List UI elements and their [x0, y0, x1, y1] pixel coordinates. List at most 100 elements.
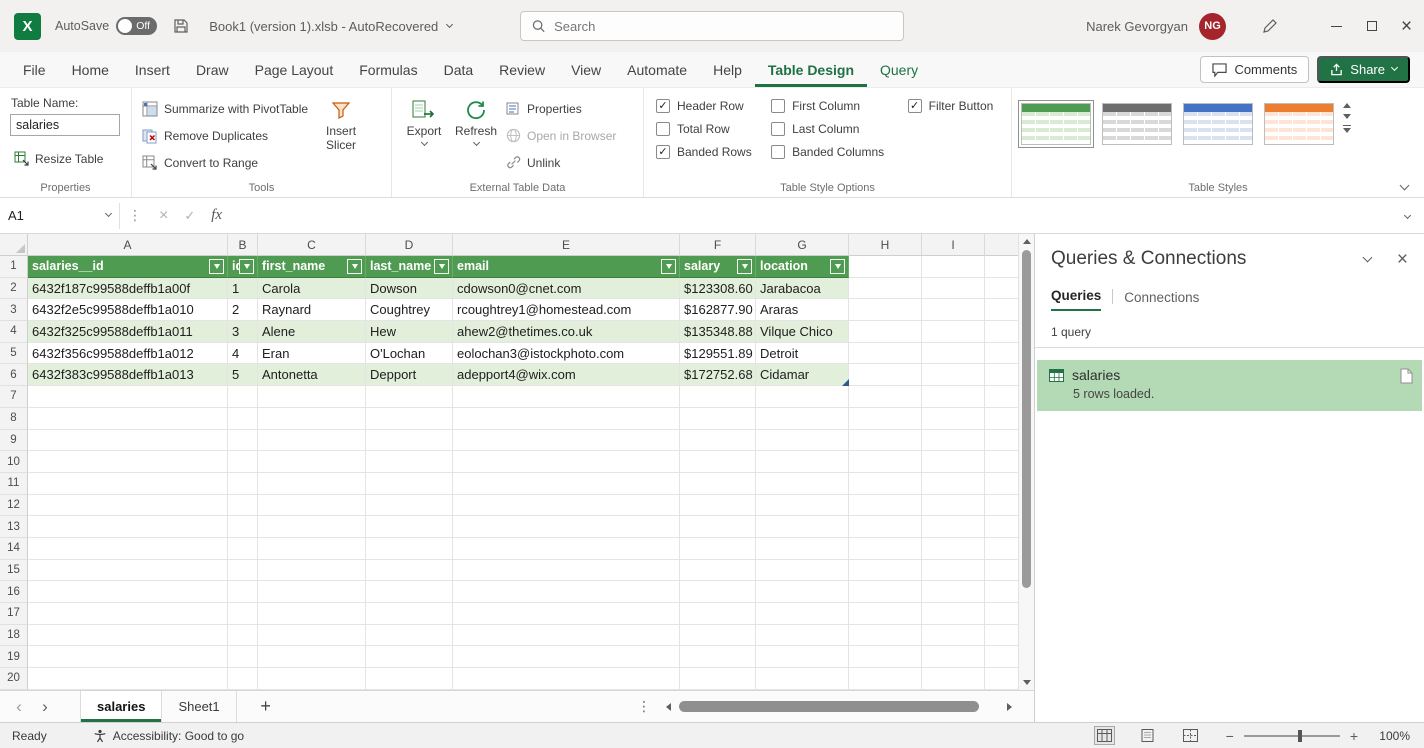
horizontal-scroll-track[interactable] [679, 701, 999, 713]
table-cell[interactable]: 6432f2e5c99588deffb1a010 [28, 299, 228, 321]
style-option-first-column[interactable]: First Column [771, 99, 902, 113]
table-name-input[interactable] [10, 114, 120, 136]
grid-cell[interactable] [366, 560, 453, 582]
column-header-a[interactable]: A [28, 234, 228, 256]
grid-cell[interactable] [756, 386, 849, 408]
table-header-cell[interactable]: last_name [366, 256, 453, 278]
style-option-header-row[interactable]: ✓Header Row [656, 99, 765, 113]
grid-cell[interactable] [258, 473, 366, 495]
grid-cell[interactable] [849, 256, 922, 278]
zoom-out-button[interactable]: − [1226, 728, 1234, 744]
grid-cell[interactable] [680, 408, 756, 430]
grid-cell[interactable] [453, 603, 680, 625]
zoom-in-button[interactable]: + [1350, 728, 1358, 744]
panel-close-button[interactable]: × [1397, 250, 1408, 269]
summarize-pivottable-button[interactable]: Summarize with PivotTable [138, 95, 312, 122]
grid-cell[interactable] [985, 581, 1018, 603]
grid-cell[interactable] [985, 516, 1018, 538]
row-header-12[interactable]: 12 [0, 495, 28, 517]
grid-cell[interactable] [680, 430, 756, 452]
column-header-i[interactable]: I [922, 234, 985, 256]
table-cell[interactable]: Detroit [756, 343, 849, 365]
grid-cell[interactable] [453, 625, 680, 647]
scroll-up-button[interactable] [1023, 239, 1031, 244]
grid-cell[interactable] [922, 581, 985, 603]
share-button[interactable]: Share [1317, 56, 1410, 83]
grid-cell[interactable] [849, 386, 922, 408]
table-cell[interactable]: adepport4@wix.com [453, 364, 680, 386]
unchecked-checkbox-icon[interactable] [771, 122, 785, 136]
grid-cell[interactable] [453, 538, 680, 560]
grid-cell[interactable] [849, 408, 922, 430]
grid-cell[interactable] [922, 516, 985, 538]
grid-cell[interactable] [28, 408, 228, 430]
grid-cell[interactable] [849, 343, 922, 365]
filter-button[interactable] [347, 259, 362, 274]
grid-cell[interactable] [28, 516, 228, 538]
table-cell[interactable]: 6432f187c99588deffb1a00f [28, 278, 228, 300]
table-cell[interactable]: cdowson0@cnet.com [453, 278, 680, 300]
grid-cell[interactable] [922, 668, 985, 690]
table-cell[interactable]: eolochan3@istockphoto.com [453, 343, 680, 365]
table-cell[interactable]: O'Lochan [366, 343, 453, 365]
style-option-total-row[interactable]: Total Row [656, 122, 765, 136]
grid-cell[interactable] [366, 386, 453, 408]
insert-function-button[interactable]: fx [211, 207, 222, 224]
table-cell[interactable]: Antonetta [258, 364, 366, 386]
filter-button[interactable] [737, 259, 752, 274]
search-box[interactable] [520, 11, 904, 41]
grid-cell[interactable] [680, 581, 756, 603]
grid-cell[interactable] [849, 603, 922, 625]
table-cell[interactable]: 6432f356c99588deffb1a012 [28, 343, 228, 365]
row-header-14[interactable]: 14 [0, 538, 28, 560]
grid-cell[interactable] [922, 495, 985, 517]
select-all-button[interactable] [0, 234, 28, 256]
grid-cell[interactable] [922, 560, 985, 582]
user-avatar[interactable]: NG [1199, 13, 1226, 40]
table-cell[interactable]: Vilque Chico [756, 321, 849, 343]
table-header-cell[interactable]: salaries__id [28, 256, 228, 278]
grid-cell[interactable] [366, 451, 453, 473]
grid-cell[interactable] [756, 538, 849, 560]
grid-cell[interactable] [849, 646, 922, 668]
grid-cell[interactable] [849, 668, 922, 690]
grid-cell[interactable] [985, 538, 1018, 560]
table-cell[interactable]: $135348.88 [680, 321, 756, 343]
resize-table-button[interactable]: Resize Table [10, 145, 125, 172]
grid-cell[interactable] [849, 495, 922, 517]
scroll-down-button[interactable] [1023, 680, 1031, 685]
grid-cell[interactable] [922, 625, 985, 647]
table-header-cell[interactable]: id [228, 256, 258, 278]
grid-cell[interactable] [756, 603, 849, 625]
grid-cell[interactable] [228, 473, 258, 495]
grid-cell[interactable] [756, 495, 849, 517]
grid-cell[interactable] [922, 603, 985, 625]
grid-cell[interactable] [258, 668, 366, 690]
grid-cell[interactable] [985, 343, 1018, 365]
ribbon-tab-table-design[interactable]: Table Design [755, 52, 867, 87]
table-properties-button[interactable]: Properties [502, 95, 620, 122]
style-option-filter-button[interactable]: ✓Filter Button [908, 99, 1005, 113]
grid-cell[interactable] [985, 473, 1018, 495]
horizontal-scroll-thumb[interactable] [679, 701, 979, 712]
sheet-bar-handle[interactable]: ⋮ [637, 698, 652, 715]
checked-checkbox-icon[interactable]: ✓ [656, 145, 670, 159]
table-cell[interactable]: Alene [258, 321, 366, 343]
table-cell[interactable]: 5 [228, 364, 258, 386]
table-cell[interactable]: ahew2@thetimes.co.uk [453, 321, 680, 343]
grid-cell[interactable] [258, 451, 366, 473]
grid-cell[interactable] [680, 646, 756, 668]
autosave-toggle[interactable]: Off [116, 17, 157, 35]
grid-cell[interactable] [228, 646, 258, 668]
grid-cell[interactable] [453, 646, 680, 668]
open-in-browser-button[interactable]: Open in Browser [502, 122, 620, 149]
table-style-orange[interactable] [1261, 100, 1337, 148]
table-style-dark-gray[interactable] [1099, 100, 1175, 148]
filter-button[interactable] [661, 259, 676, 274]
table-cell[interactable]: Araras [756, 299, 849, 321]
grid-cell[interactable] [849, 299, 922, 321]
grid-cell[interactable] [680, 386, 756, 408]
table-cell[interactable]: Dowson [366, 278, 453, 300]
column-header-g[interactable]: G [756, 234, 849, 256]
pen-mode-button[interactable] [1262, 19, 1277, 34]
